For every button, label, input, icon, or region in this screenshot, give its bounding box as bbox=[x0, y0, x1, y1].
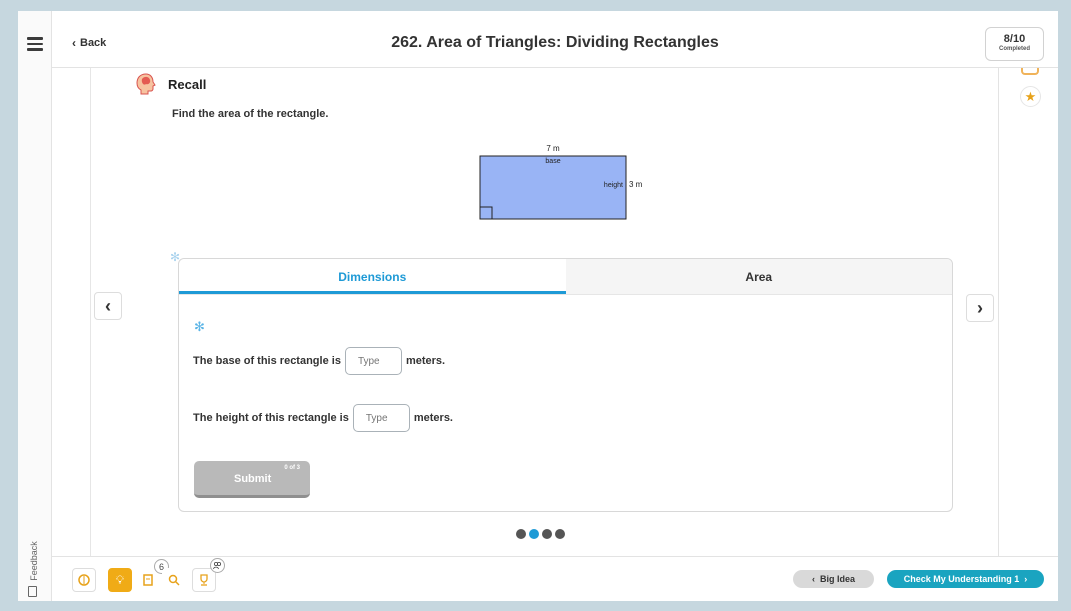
check-label: Check My Understanding 1 bbox=[903, 574, 1020, 584]
page-dot[interactable] bbox=[555, 529, 565, 539]
base-label: base bbox=[545, 158, 560, 165]
page-dot-active[interactable] bbox=[529, 529, 539, 539]
tab-area[interactable]: Area bbox=[566, 259, 953, 294]
height-value: 3 m bbox=[629, 180, 643, 189]
content-divider-left bbox=[90, 68, 91, 556]
check-understanding-button[interactable]: Check My Understanding 1 › bbox=[887, 570, 1044, 588]
rectangle-diagram: 7 m base height 3 m bbox=[479, 144, 643, 220]
height-input[interactable] bbox=[352, 404, 410, 432]
previous-arrow-button[interactable]: ‹ bbox=[94, 292, 122, 320]
feedback-icon[interactable] bbox=[28, 586, 37, 597]
people-icon bbox=[210, 558, 225, 573]
submit-button[interactable]: Submit 0 of 3 bbox=[194, 461, 310, 498]
height-label: height bbox=[604, 182, 623, 189]
star-add-icon[interactable]: ★ bbox=[1020, 86, 1041, 107]
pagination-dots bbox=[516, 529, 565, 539]
search-icon bbox=[168, 574, 180, 586]
hint-tool-button[interactable]: 💡︎ bbox=[108, 568, 132, 592]
base-input[interactable] bbox=[344, 347, 402, 375]
brain-head-icon bbox=[136, 73, 156, 95]
gear-icon: ✻ bbox=[194, 319, 205, 334]
height-suffix: meters. bbox=[413, 412, 453, 424]
progress-label: Completed bbox=[998, 46, 1030, 52]
app-frame: Feedback ‹ Back 262. Area of Triangles: … bbox=[18, 11, 1058, 601]
base-prefix: The base of this rectangle is bbox=[193, 355, 341, 367]
notes-icon bbox=[143, 574, 153, 586]
lightbulb-icon: 💡︎ bbox=[115, 572, 125, 587]
feedback-label[interactable]: Feedback bbox=[29, 531, 39, 591]
base-question: The base of this rectangle is meters. bbox=[193, 347, 445, 375]
submit-label: Submit bbox=[234, 473, 272, 485]
trophy-icon bbox=[200, 574, 208, 586]
page-dot[interactable] bbox=[542, 529, 552, 539]
tab-dimensions[interactable]: Dimensions bbox=[179, 259, 566, 294]
next-arrow-button[interactable]: › bbox=[966, 294, 994, 322]
tab-bar: Dimensions Area bbox=[179, 259, 952, 295]
page-title: 262. Area of Triangles: Dividing Rectang… bbox=[391, 34, 719, 51]
big-idea-button[interactable]: ‹ Big Idea bbox=[793, 570, 874, 588]
page-dot[interactable] bbox=[516, 529, 526, 539]
chevron-right-icon: › bbox=[1024, 574, 1028, 584]
brain-tool-button[interactable] bbox=[72, 568, 96, 592]
brain-icon bbox=[78, 574, 90, 586]
question-card: Dimensions Area ✻ The base of this recta… bbox=[178, 258, 953, 512]
progress-indicator: 8/10 Completed bbox=[985, 27, 1044, 61]
height-question: The height of this rectangle is meters. bbox=[193, 404, 453, 432]
menu-icon[interactable] bbox=[27, 37, 43, 51]
base-value: 7 m bbox=[546, 144, 560, 153]
search-tool-button[interactable] bbox=[162, 568, 186, 592]
chevron-left-icon: ‹ bbox=[811, 574, 815, 584]
book-icon[interactable] bbox=[1021, 68, 1039, 75]
big-idea-label: Big Idea bbox=[819, 574, 855, 584]
left-rail: Feedback bbox=[18, 11, 52, 601]
submit-attempts: 0 of 3 bbox=[284, 465, 300, 471]
base-suffix: meters. bbox=[405, 355, 446, 367]
height-prefix: The height of this rectangle is bbox=[193, 412, 349, 424]
header: ‹ Back 262. Area of Triangles: Dividing … bbox=[52, 11, 1058, 68]
recall-title: Recall bbox=[168, 77, 207, 92]
progress-count: 8/10 bbox=[1003, 33, 1026, 45]
instruction-text: Find the area of the rectangle. bbox=[172, 108, 329, 120]
right-rail: ★ bbox=[998, 68, 1058, 556]
bottom-toolbar: 💡︎ 6 ‹ Big Idea Check My Understanding 1… bbox=[52, 556, 1058, 601]
